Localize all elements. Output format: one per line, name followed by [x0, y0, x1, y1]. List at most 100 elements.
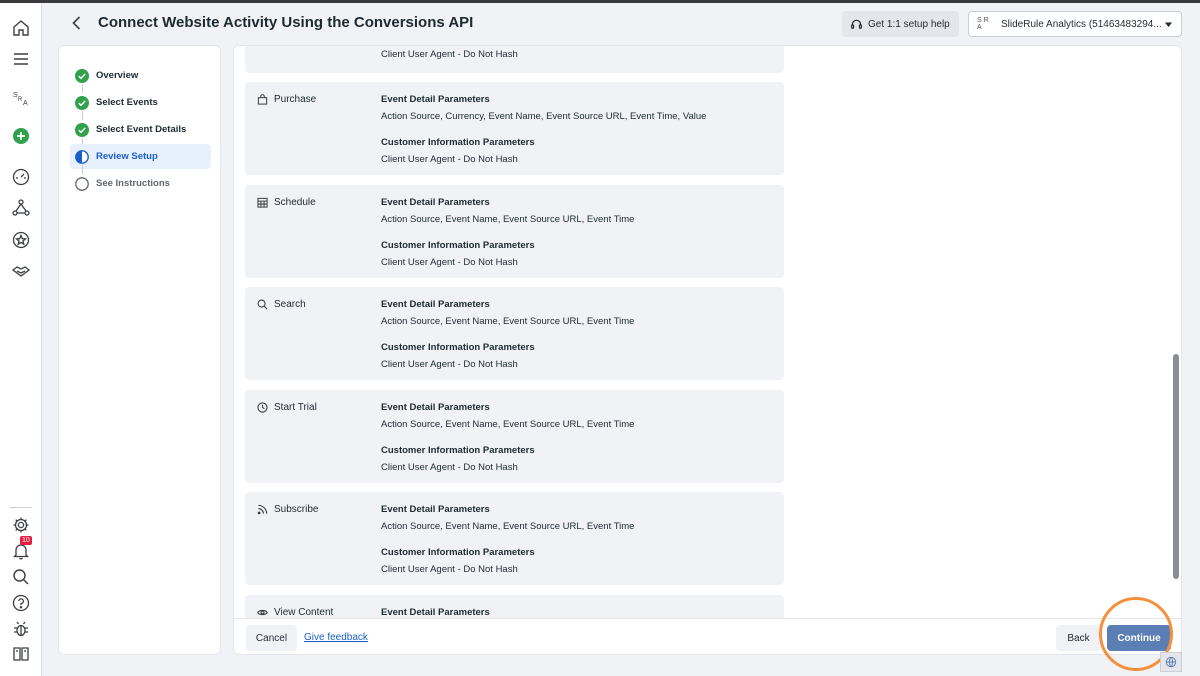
customer-params-value: Client User Agent - Do Not Hash: [381, 49, 518, 60]
check-circle-icon: [75, 95, 89, 110]
event-params-value: Action Source, Event Name, Event Source …: [381, 316, 635, 327]
event-name: View Content: [257, 607, 333, 618]
step-select-events[interactable]: Select Events: [70, 90, 211, 115]
account-selector[interactable]: S R A SlideRule Analytics (51463483294..…: [968, 11, 1182, 37]
customer-params-header: Customer Information Parameters: [381, 445, 535, 456]
step-see-instructions[interactable]: See Instructions: [70, 171, 211, 196]
event-params-header: Event Detail Parameters: [381, 94, 490, 105]
account-name: SlideRule Analytics (51463483294...: [1001, 18, 1162, 30]
event-name: Start Trial: [257, 402, 317, 413]
customer-params-value: Client User Agent - Do Not Hash: [381, 359, 518, 370]
globe-icon[interactable]: [1160, 652, 1182, 672]
search-icon: [257, 299, 268, 310]
handshake-icon[interactable]: [11, 261, 31, 281]
setup-help-label: Get 1:1 setup help: [868, 18, 950, 30]
event-params-value: Action Source, Event Name, Event Source …: [381, 419, 635, 430]
settings-icon[interactable]: [11, 515, 31, 535]
home-icon[interactable]: [11, 18, 31, 38]
step-label: See Instructions: [96, 178, 170, 189]
customer-params-header: Customer Information Parameters: [381, 240, 535, 251]
notifications-icon[interactable]: 10: [11, 536, 32, 561]
bug-icon[interactable]: [11, 619, 31, 639]
event-label: Search: [274, 299, 306, 310]
event-params-header: Event Detail Parameters: [381, 197, 490, 208]
event-label: Subscribe: [274, 504, 319, 515]
event-card-partial: Client User Agent - Do Not Hash: [245, 46, 784, 73]
setup-help-button[interactable]: Get 1:1 setup help: [842, 11, 959, 37]
event-label: Start Trial: [274, 402, 317, 413]
half-circle-icon: [75, 149, 89, 164]
event-params-header: Event Detail Parameters: [381, 607, 490, 618]
network-icon[interactable]: [11, 198, 31, 218]
event-params-value: Action Source, Currency, Event Name, Eve…: [381, 111, 707, 122]
left-nav-rail: SRA 10: [0, 3, 42, 676]
check-circle-icon: [75, 122, 89, 137]
event-params-header: Event Detail Parameters: [381, 299, 490, 310]
scrollbar-thumb[interactable]: [1173, 354, 1179, 579]
customer-params-value: Client User Agent - Do Not Hash: [381, 462, 518, 473]
back-button[interactable]: Back: [1056, 625, 1101, 651]
check-circle-icon: [75, 68, 89, 83]
event-card-schedule: Schedule Event Detail Parameters Action …: [245, 185, 784, 278]
event-name: Subscribe: [257, 504, 318, 515]
review-panel: Client User Agent - Do Not Hash Purchase…: [233, 45, 1182, 655]
cancel-button[interactable]: Cancel: [246, 625, 297, 651]
shopping-bag-icon: [257, 94, 268, 105]
page-title: Connect Website Activity Using the Conve…: [98, 14, 474, 31]
notification-badge: 10: [20, 536, 32, 545]
back-chevron-icon[interactable]: [68, 14, 86, 32]
eye-icon: [257, 609, 268, 616]
card-params: Event Detail Parameters: [381, 607, 490, 618]
create-icon[interactable]: [11, 126, 31, 146]
card-params: Event Detail Parameters Action Source, E…: [381, 197, 634, 268]
help-icon[interactable]: [11, 593, 31, 613]
event-params-header: Event Detail Parameters: [381, 504, 490, 515]
step-review-setup[interactable]: Review Setup: [70, 144, 211, 169]
card-params: Event Detail Parameters Action Source, E…: [381, 299, 634, 370]
event-name: Purchase: [257, 94, 316, 105]
customer-params-value: Client User Agent - Do Not Hash: [381, 154, 518, 165]
footer-bar: Cancel Give feedback Back Continue: [234, 618, 1181, 654]
give-feedback-link[interactable]: Give feedback: [304, 632, 368, 643]
customer-params-value: Client User Agent - Do Not Hash: [381, 564, 518, 575]
card-params: Client User Agent - Do Not Hash: [381, 49, 518, 60]
event-label: Purchase: [274, 94, 317, 105]
star-icon[interactable]: [11, 230, 31, 250]
svg-text:A: A: [23, 100, 28, 107]
step-label: Select Event Details: [96, 124, 187, 135]
event-params-value: Action Source, Event Name, Event Source …: [381, 214, 635, 225]
calendar-icon: [257, 197, 268, 208]
customer-params-header: Customer Information Parameters: [381, 342, 535, 353]
event-card-start-trial: Start Trial Event Detail Parameters Acti…: [245, 390, 784, 483]
event-label: View Content: [274, 607, 334, 618]
caret-down-icon: [1165, 22, 1172, 27]
nav-separator: [10, 507, 32, 508]
event-card-purchase: Purchase Event Detail Parameters Action …: [245, 82, 784, 175]
page-header: Connect Website Activity Using the Conve…: [42, 3, 1200, 43]
account-logo: S R A: [977, 17, 989, 31]
clock-icon: [257, 402, 268, 413]
customer-params-header: Customer Information Parameters: [381, 137, 535, 148]
event-card-subscribe: Subscribe Event Detail Parameters Action…: [245, 492, 784, 585]
rss-icon: [257, 504, 268, 515]
continue-button[interactable]: Continue: [1107, 625, 1171, 651]
book-icon[interactable]: [11, 644, 31, 664]
event-params-header: Event Detail Parameters: [381, 402, 490, 413]
event-name: Search: [257, 299, 306, 310]
search-icon[interactable]: [11, 567, 31, 587]
step-label: Review Setup: [96, 151, 158, 162]
review-scroll-area[interactable]: Client User Agent - Do Not Hash Purchase…: [234, 46, 1181, 618]
step-select-event-details[interactable]: Select Event Details: [70, 117, 211, 142]
customer-params-header: Customer Information Parameters: [381, 547, 535, 558]
account-logo-icon[interactable]: SRA: [11, 88, 31, 108]
setup-stepper: Overview Select Events Select Event Deta…: [58, 45, 221, 655]
dashboard-icon[interactable]: [11, 167, 31, 187]
card-params: Event Detail Parameters Action Source, E…: [381, 504, 634, 575]
step-overview[interactable]: Overview: [70, 63, 211, 88]
card-params: Event Detail Parameters Action Source, E…: [381, 402, 634, 473]
event-card-search: Search Event Detail Parameters Action So…: [245, 287, 784, 380]
menu-icon[interactable]: [11, 49, 31, 69]
event-card-view-content: View Content Event Detail Parameters: [245, 595, 784, 618]
event-label: Schedule: [274, 197, 316, 208]
empty-circle-icon: [75, 176, 89, 191]
